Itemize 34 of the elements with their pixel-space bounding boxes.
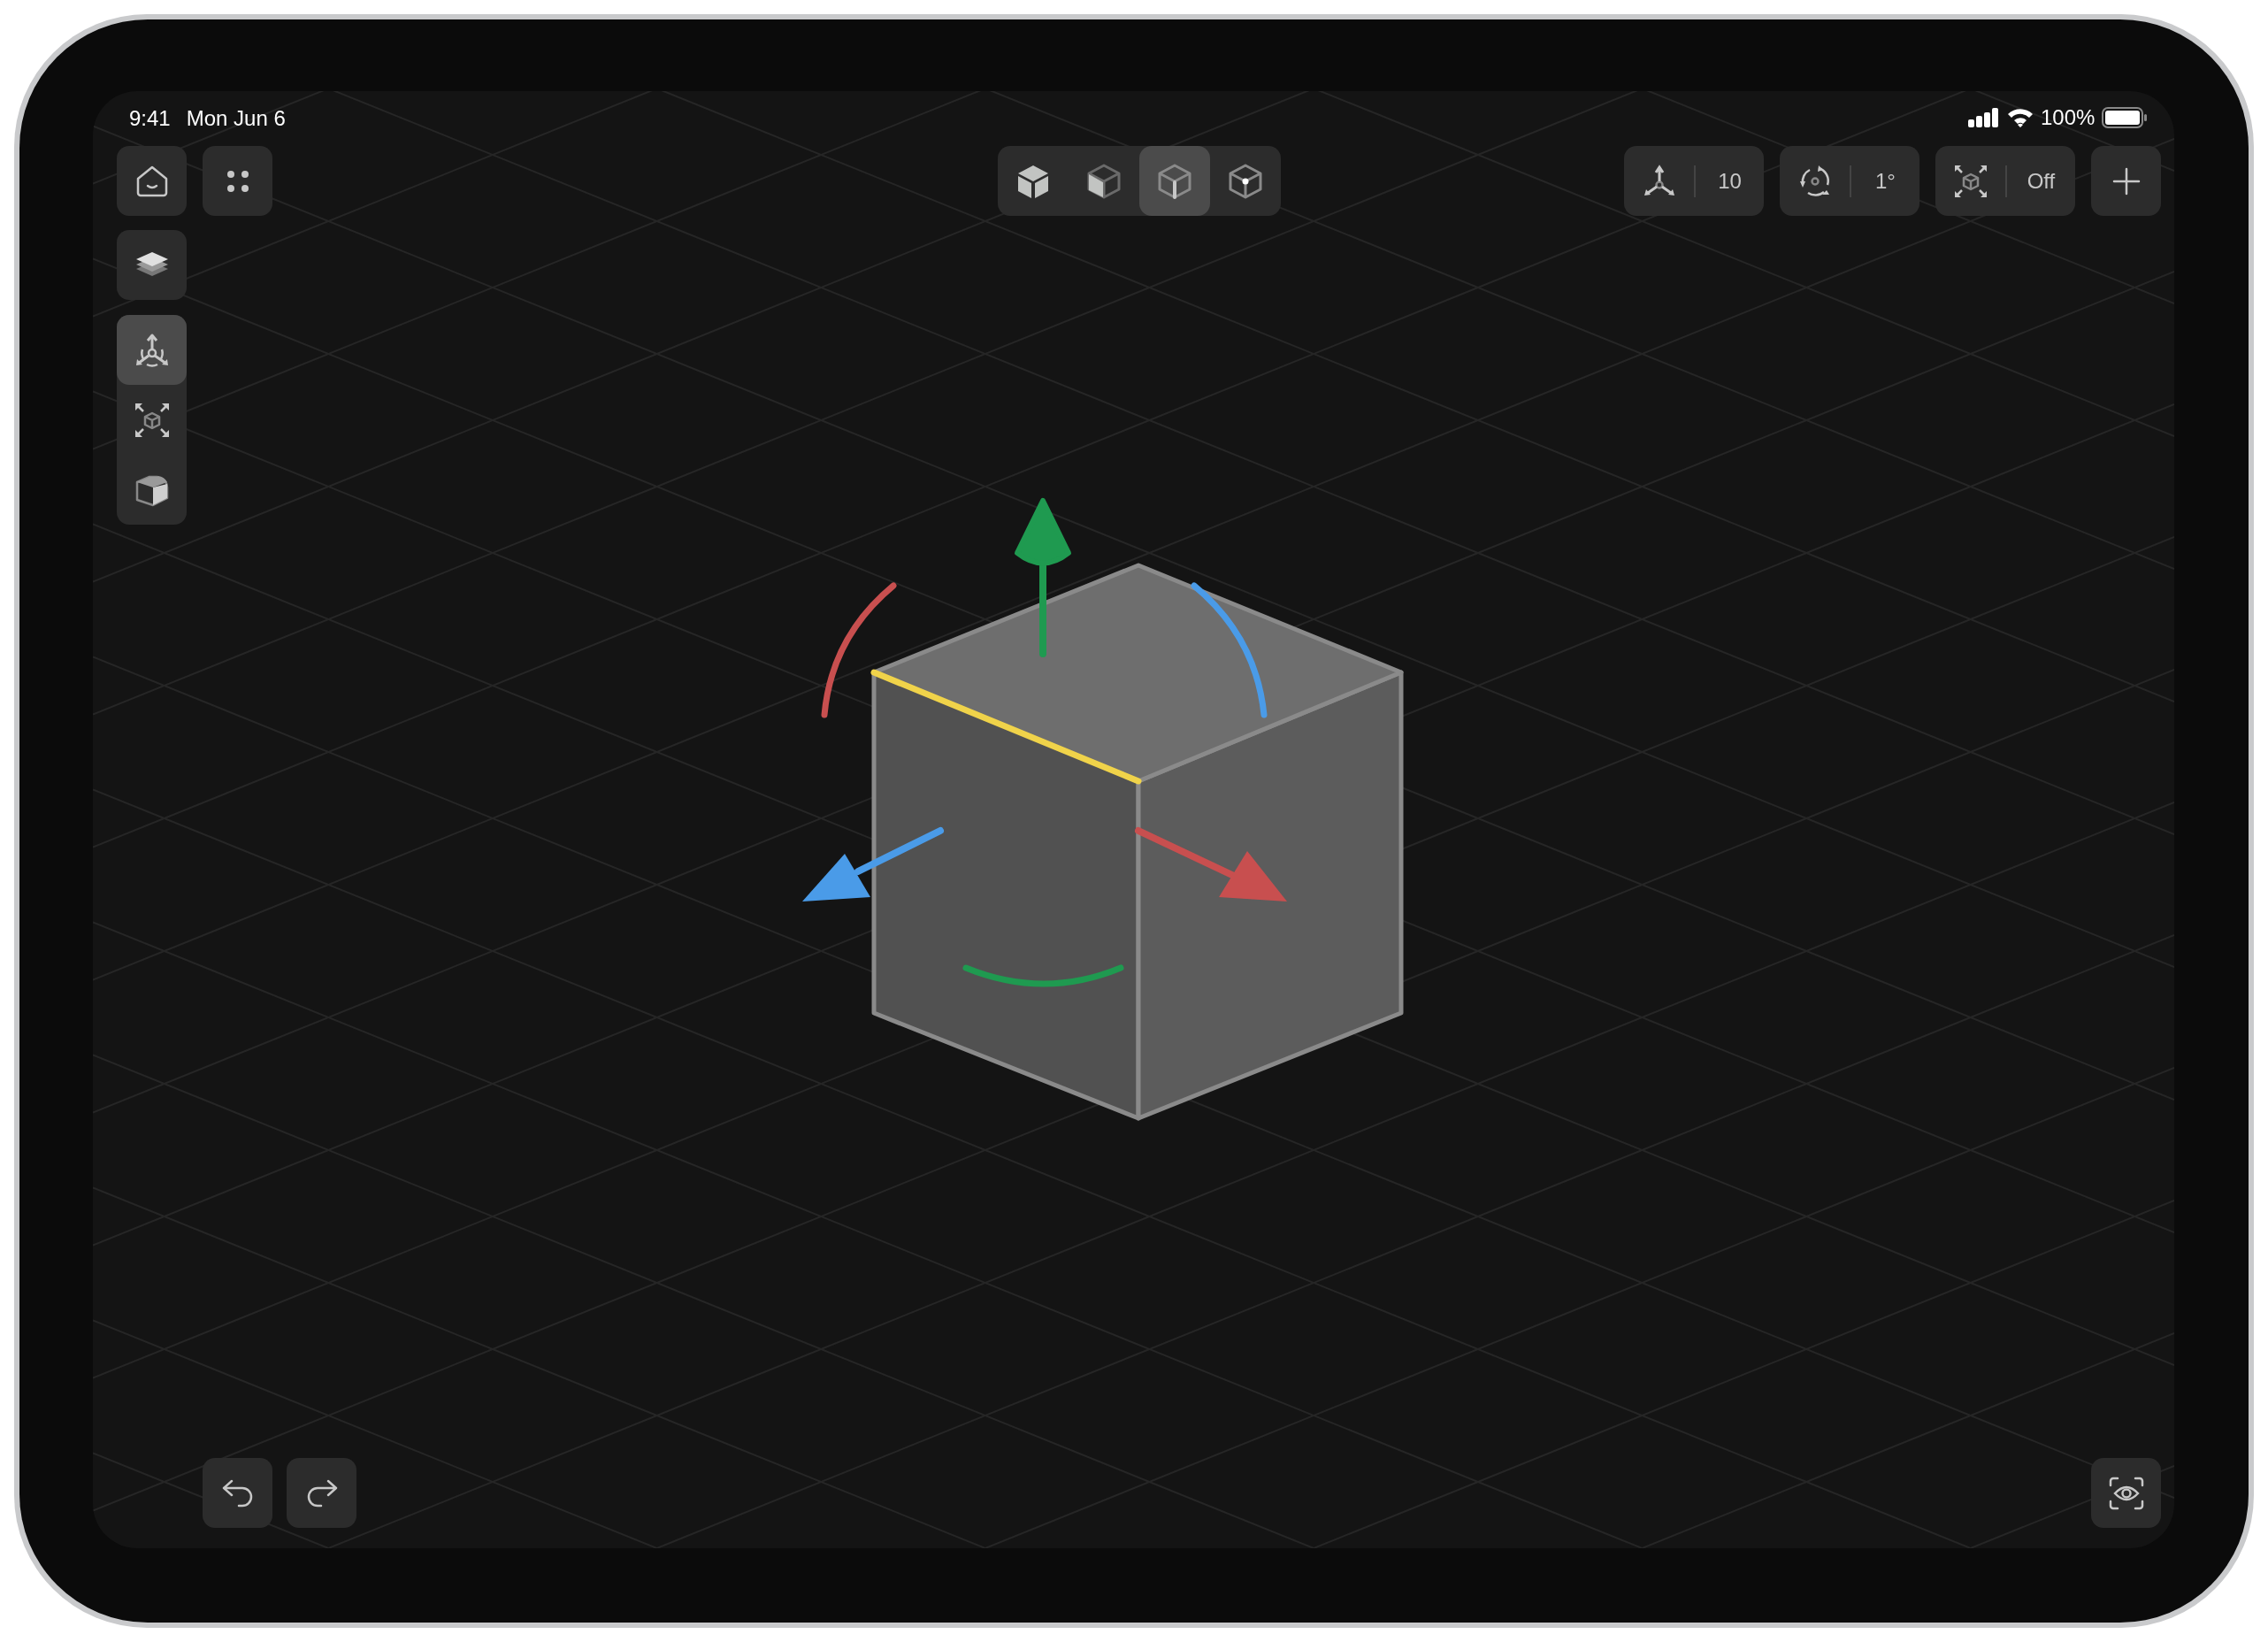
plus-icon (2111, 166, 2141, 196)
scale-cube-icon (1952, 163, 1988, 199)
tool-button[interactable] (117, 315, 187, 385)
eye-scan-icon (2108, 1476, 2144, 1510)
rotate-handle[interactable] (821, 582, 897, 718)
snap-setting-button[interactable]: 10 (1624, 146, 1764, 216)
apps-button[interactable] (203, 146, 272, 216)
vertex-cube-icon (1228, 163, 1263, 199)
wireframe-cube-icon (1157, 163, 1192, 199)
wifi-icon (2007, 108, 2034, 127)
undo-icon (220, 1477, 255, 1508)
view-toggle-button[interactable] (2091, 1458, 2161, 1528)
snap-setting-button[interactable]: 1° (1780, 146, 1919, 216)
move-arrow[interactable] (1015, 498, 1071, 657)
dots-icon (226, 169, 249, 193)
solid-cube-icon (1015, 163, 1051, 199)
move-arrow[interactable] (802, 827, 944, 902)
status-date: Mon Jun 6 (186, 105, 286, 132)
home-button[interactable] (117, 146, 187, 216)
undo-button[interactable] (203, 1458, 272, 1528)
battery-percent: 100% (2041, 104, 2096, 131)
view-mode-button[interactable] (1139, 146, 1210, 216)
layers-button[interactable] (117, 230, 187, 300)
snap-setting-button[interactable]: Off (1935, 146, 2075, 216)
home-icon (134, 164, 169, 198)
rotate-handle[interactable] (962, 964, 1124, 987)
add-button[interactable] (2091, 146, 2161, 216)
status-time: 9:41 (129, 105, 171, 132)
signal-icon (1968, 108, 2000, 127)
battery-icon (2102, 107, 2149, 128)
rotate-handle[interactable] (1191, 582, 1268, 718)
shaded-cube-icon (1086, 163, 1122, 199)
scale-cube-icon (133, 401, 171, 439)
redo-button[interactable] (287, 1458, 356, 1528)
